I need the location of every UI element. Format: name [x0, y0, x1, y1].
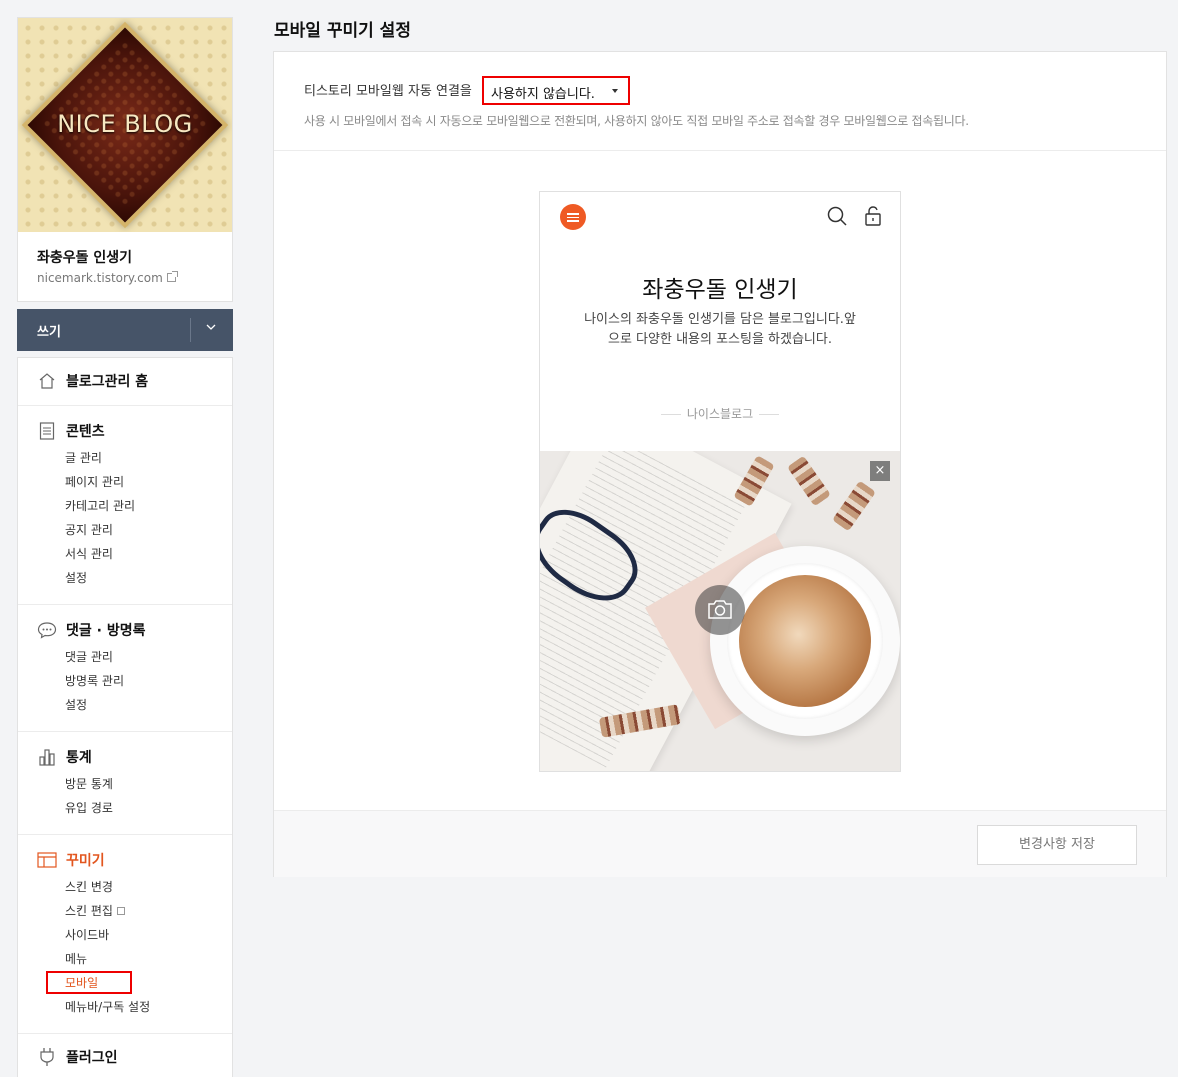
mobile-settings-panel: 티스토리 모바일웹 자동 연결을 사용하지 않습니다. 사용 시 모바일에서 접… [273, 51, 1167, 877]
save-changes-button[interactable]: 변경사항 저장 [977, 825, 1137, 865]
document-icon [37, 421, 57, 441]
sidebar-item-label: 블로그관리 홈 [66, 374, 149, 390]
sidebar-section-comments: 댓글 · 방명록 댓글 관리 방명록 관리 설정 [18, 604, 232, 731]
blog-url-text: nicemark.tistory.com [37, 271, 163, 285]
sidebar-item-plugin[interactable]: 플러그인 [37, 1047, 118, 1067]
sidebar-subitem-posts[interactable]: 글 관리 [65, 449, 102, 467]
mobile-auto-connect-select[interactable]: 사용하지 않습니다. [482, 76, 630, 105]
sidebar-subitem-comment-manage[interactable]: 댓글 관리 [65, 648, 113, 666]
sidebar-item-comments[interactable]: 댓글 · 방명록 [37, 620, 145, 640]
unlock-icon[interactable] [862, 205, 884, 227]
sidebar-subitem-comments-settings[interactable]: 설정 [65, 696, 87, 714]
layout-icon [37, 850, 57, 870]
sidebar-section-decorate: 꾸미기 스킨 변경 스킨 편집 사이드바 메뉴 모바일 메뉴바/구독 설정 [18, 834, 232, 1033]
preview-cover-image: × [540, 451, 900, 771]
sidebar-item-stats[interactable]: 통계 [37, 747, 92, 767]
sidebar-subitem-menu[interactable]: 메뉴 [65, 950, 87, 968]
panel-footer: 변경사항 저장 [274, 810, 1166, 877]
profile-card: NICE BLOG 좌충우돌 인생기 nicemark.tistory.com [17, 17, 233, 302]
sidebar-item-label: 통계 [66, 750, 92, 766]
preview-blog-description: 나이스의 좌충우돌 인생기를 담은 블로그입니다.앞으로 다양한 내용의 포스팅… [584, 312, 856, 347]
chevron-down-icon[interactable] [206, 322, 216, 332]
sidebar-subitem-sidebar[interactable]: 사이드바 [65, 926, 109, 944]
sidebar-subitem-skin-change[interactable]: 스킨 변경 [65, 878, 113, 896]
camera-icon [708, 600, 732, 619]
mobile-auto-connect-description: 사용 시 모바일에서 접속 시 자동으로 모바일웹으로 전환되며, 사용하지 않… [304, 114, 969, 128]
external-link-icon [166, 271, 178, 282]
page-title: 모바일 꾸미기 설정 [274, 21, 411, 41]
sidebar-menu: 블로그관리 홈 콘텐츠 글 관리 페이지 관리 카테고리 관리 공지 관리 서식… [17, 357, 233, 1077]
hamburger-menu-icon[interactable] [560, 204, 586, 230]
sidebar-section-home: 블로그관리 홈 [18, 358, 232, 405]
sidebar-subitem-label: 스킨 편집 [65, 904, 113, 918]
sidebar-section-contents: 콘텐츠 글 관리 페이지 관리 카테고리 관리 공지 관리 서식 관리 설정 [18, 405, 232, 604]
blog-logo-text: NICE BLOG [57, 110, 193, 138]
sidebar-subitem-templates[interactable]: 서식 관리 [65, 545, 113, 563]
mobile-auto-connect-row: 티스토리 모바일웹 자동 연결을 [304, 80, 472, 99]
plug-icon [37, 1047, 57, 1067]
sidebar-subitem-notices[interactable]: 공지 관리 [65, 521, 113, 539]
sidebar-subitem-contents-settings[interactable]: 설정 [65, 569, 87, 587]
speech-bubble-icon [37, 620, 57, 640]
bar-chart-icon [37, 747, 57, 767]
mobile-item-highlight [46, 971, 132, 994]
preview-author-name: 나이스블로그 [686, 407, 754, 421]
blog-name[interactable]: 좌충우돌 인생기 [37, 247, 132, 267]
blog-logo-image[interactable]: NICE BLOG [18, 18, 232, 232]
preview-blog-title: 좌충우돌 인생기 [642, 277, 798, 303]
sidebar-item-label: 꾸미기 [66, 853, 105, 869]
sidebar-section-plugin: 플러그인 [18, 1033, 232, 1077]
blog-url-link[interactable]: nicemark.tistory.com [37, 271, 178, 285]
remove-cover-button[interactable]: × [870, 461, 890, 481]
sidebar-section-stats: 통계 방문 통계 유입 경로 [18, 731, 232, 834]
sidebar-subitem-categories[interactable]: 카테고리 관리 [65, 497, 135, 515]
search-icon[interactable] [826, 205, 848, 227]
sidebar-item-label: 댓글 · 방명록 [66, 623, 146, 639]
panel-divider [274, 150, 1166, 151]
caret-down-icon [612, 89, 618, 93]
sidebar-subitem-pages[interactable]: 페이지 관리 [65, 473, 124, 491]
sidebar-subitem-guestbook-manage[interactable]: 방명록 관리 [65, 672, 124, 690]
sidebar-subitem-visit-stats[interactable]: 방문 통계 [65, 775, 113, 793]
mobile-auto-connect-label: 티스토리 모바일웹 자동 연결을 [304, 84, 472, 99]
sidebar-item-label: 콘텐츠 [66, 424, 105, 440]
sidebar-item-decorate[interactable]: 꾸미기 [37, 850, 105, 870]
sidebar-item-contents[interactable]: 콘텐츠 [37, 421, 105, 441]
sidebar-subitem-referrers[interactable]: 유입 경로 [65, 799, 113, 817]
write-bar-divider [190, 318, 191, 342]
write-button[interactable]: 쓰기 [37, 321, 61, 340]
sidebar-subitem-menubar-subscribe[interactable]: 메뉴바/구독 설정 [65, 998, 150, 1016]
change-cover-button[interactable] [695, 585, 745, 635]
sidebar-item-label: 플러그인 [66, 1050, 118, 1066]
mobile-preview: 좌충우돌 인생기 나이스의 좌충우돌 인생기를 담은 블로그입니다.앞으로 다양… [539, 191, 901, 772]
write-button-bar: 쓰기 [17, 309, 233, 351]
home-icon [37, 371, 57, 391]
preview-author: 나이스블로그 [540, 405, 900, 422]
sidebar-item-home[interactable]: 블로그관리 홈 [37, 371, 148, 391]
external-link-icon [116, 907, 125, 915]
select-value: 사용하지 않습니다. [491, 87, 595, 102]
sidebar-subitem-skin-edit[interactable]: 스킨 편집 [65, 902, 125, 920]
